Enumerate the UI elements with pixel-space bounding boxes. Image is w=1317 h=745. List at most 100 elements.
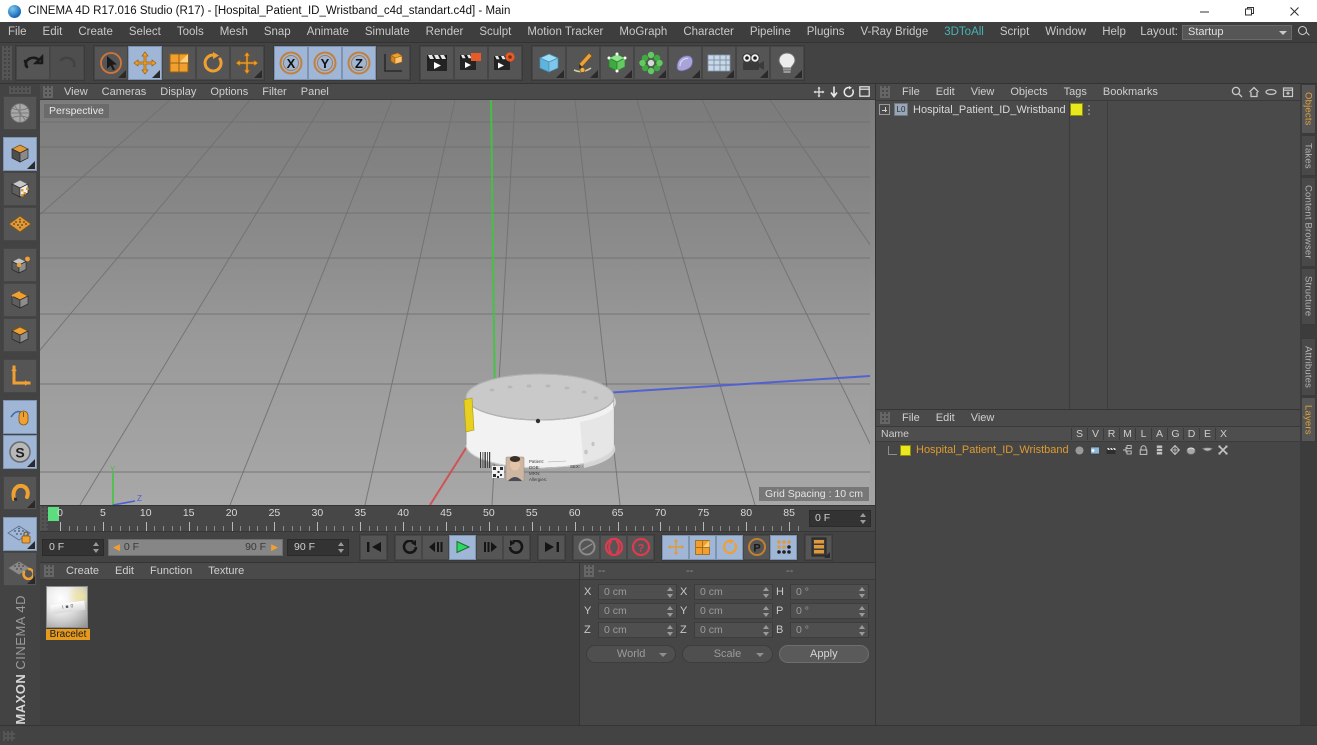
menu-edit[interactable]: Edit	[35, 22, 71, 43]
position-z-field[interactable]: 0 cm	[598, 622, 677, 638]
end-frame-field[interactable]: 90 F	[287, 538, 349, 556]
render-settings-button[interactable]	[488, 46, 522, 80]
key-parameter-button[interactable]: P	[743, 534, 770, 560]
start-frame-field[interactable]: 0 F	[42, 538, 104, 556]
undo-button[interactable]	[16, 46, 50, 80]
object-row[interactable]: L0 Hospital_Patient_ID_Wristband	[876, 101, 1107, 118]
step-forward-button[interactable]	[476, 534, 503, 560]
rotate-icon[interactable]	[843, 85, 855, 98]
x-axis-lock[interactable]: X	[274, 46, 308, 80]
texture-mode-button[interactable]	[3, 172, 37, 206]
material-menu-texture[interactable]: Texture	[200, 563, 252, 580]
spinner-icon[interactable]	[763, 587, 770, 598]
material-item[interactable]: I ■ 0 Bracelet	[46, 586, 90, 640]
menu-file[interactable]: File	[0, 22, 35, 43]
layer-panel-grip[interactable]	[880, 412, 890, 424]
add-deformer-button[interactable]	[668, 46, 702, 80]
size-z-field[interactable]: 0 cm	[694, 622, 773, 638]
menu-window[interactable]: Window	[1037, 22, 1094, 43]
add-cube-object-button[interactable]	[532, 46, 566, 80]
tab-attributes[interactable]: Attributes	[1301, 337, 1316, 396]
layer-color-swatch[interactable]	[900, 444, 911, 456]
rotate-tool[interactable]	[196, 46, 230, 80]
layout-select[interactable]: Startup	[1182, 24, 1292, 40]
menu-sculpt[interactable]: Sculpt	[471, 22, 519, 43]
object-panel-grip[interactable]	[880, 86, 890, 98]
viewport-menu-filter[interactable]: Filter	[255, 84, 293, 100]
zoom-icon[interactable]	[829, 86, 839, 98]
spinner-icon[interactable]	[93, 541, 100, 553]
key-pla-button[interactable]	[770, 534, 797, 560]
material-list[interactable]: I ■ 0 Bracelet	[40, 580, 579, 725]
menu-motion-tracker[interactable]: Motion Tracker	[519, 22, 611, 43]
layer-deformer-cell[interactable]	[1183, 446, 1199, 455]
spinner-icon[interactable]	[667, 587, 674, 598]
y-axis-lock[interactable]: Y	[308, 46, 342, 80]
coordinate-system-select[interactable]: World	[586, 645, 677, 663]
menu-mograph[interactable]: MoGraph	[611, 22, 675, 43]
timeline-grip[interactable]	[40, 506, 48, 531]
timeline-ruler[interactable]: 051015202530354045505560657075808590	[48, 506, 805, 531]
timeline-toggle-button[interactable]	[805, 534, 832, 560]
preview-range-field[interactable]: ◀ 0 F 90 F ▶	[108, 538, 283, 556]
object-menu-view[interactable]: View	[963, 84, 1003, 101]
axis-move-tool[interactable]	[230, 46, 264, 80]
points-mode-button[interactable]	[3, 248, 37, 282]
add-light-button[interactable]	[770, 46, 804, 80]
layer-solo-cell[interactable]	[1071, 446, 1087, 455]
maximize-viewport-icon[interactable]	[859, 86, 870, 97]
layer-menu-view[interactable]: View	[963, 410, 1003, 427]
tab-layers[interactable]: Layers	[1301, 396, 1316, 443]
spinner-icon[interactable]	[859, 606, 866, 617]
toolbar-grip[interactable]	[2, 46, 12, 80]
workplane-mode-button[interactable]: S	[3, 435, 37, 469]
menu-create[interactable]: Create	[70, 22, 121, 43]
layer-render-cell[interactable]	[1103, 446, 1119, 455]
move-tool[interactable]	[128, 46, 162, 80]
material-thumbnail[interactable]: I ■ 0	[46, 586, 88, 628]
add-scene-object-button[interactable]	[702, 46, 736, 80]
record-active-objects-button[interactable]	[573, 534, 600, 560]
layer-row[interactable]: Hospital_Patient_ID_Wristband	[876, 442, 1300, 458]
pan-icon[interactable]	[813, 86, 825, 98]
viewport-menu-options[interactable]: Options	[203, 84, 255, 100]
search-icon[interactable]	[1231, 86, 1243, 98]
object-layer-swatch[interactable]	[1070, 103, 1083, 116]
go-to-previous-key-button[interactable]	[395, 534, 422, 560]
spinner-icon[interactable]	[859, 625, 866, 636]
menu-mesh[interactable]: Mesh	[212, 22, 256, 43]
polygons-mode-button[interactable]	[3, 318, 37, 352]
expand-icon[interactable]	[879, 104, 890, 115]
world-object-axis-toggle[interactable]	[376, 46, 410, 80]
object-menu-file[interactable]: File	[894, 84, 928, 101]
range-left-arrow-icon[interactable]: ◀	[113, 542, 120, 553]
key-scale-button[interactable]	[689, 534, 716, 560]
menu-animate[interactable]: Animate	[299, 22, 357, 43]
material-menu-function[interactable]: Function	[142, 563, 200, 580]
size-x-field[interactable]: 0 cm	[694, 584, 773, 600]
menu-vray-bridge[interactable]: V-Ray Bridge	[852, 22, 936, 43]
home-icon[interactable]	[1248, 86, 1260, 98]
material-menu-create[interactable]: Create	[58, 563, 107, 580]
tab-objects[interactable]: Objects	[1301, 84, 1316, 134]
layer-animation-cell[interactable]	[1151, 445, 1167, 455]
object-menu-edit[interactable]: Edit	[928, 84, 963, 101]
spinner-icon[interactable]	[763, 625, 770, 636]
step-back-button[interactable]	[422, 534, 449, 560]
viewport-menu-panel[interactable]: Panel	[294, 84, 336, 100]
magnet-tool-button[interactable]	[3, 476, 37, 510]
add-generator-button[interactable]	[600, 46, 634, 80]
viewport-grip[interactable]	[43, 85, 53, 98]
live-selection-tool[interactable]	[94, 46, 128, 80]
spinner-icon[interactable]	[667, 606, 674, 617]
tab-takes[interactable]: Takes	[1301, 134, 1316, 177]
spinner-icon[interactable]	[860, 513, 867, 524]
menu-select[interactable]: Select	[121, 22, 169, 43]
spinner-icon[interactable]	[338, 541, 345, 553]
menu-3dtoall[interactable]: 3DToAll	[936, 22, 992, 43]
z-axis-lock[interactable]: Z	[342, 46, 376, 80]
ellipse-icon[interactable]	[1265, 86, 1277, 98]
model-mode-button[interactable]	[3, 137, 37, 171]
edges-mode-button[interactable]	[3, 283, 37, 317]
menu-pipeline[interactable]: Pipeline	[742, 22, 799, 43]
